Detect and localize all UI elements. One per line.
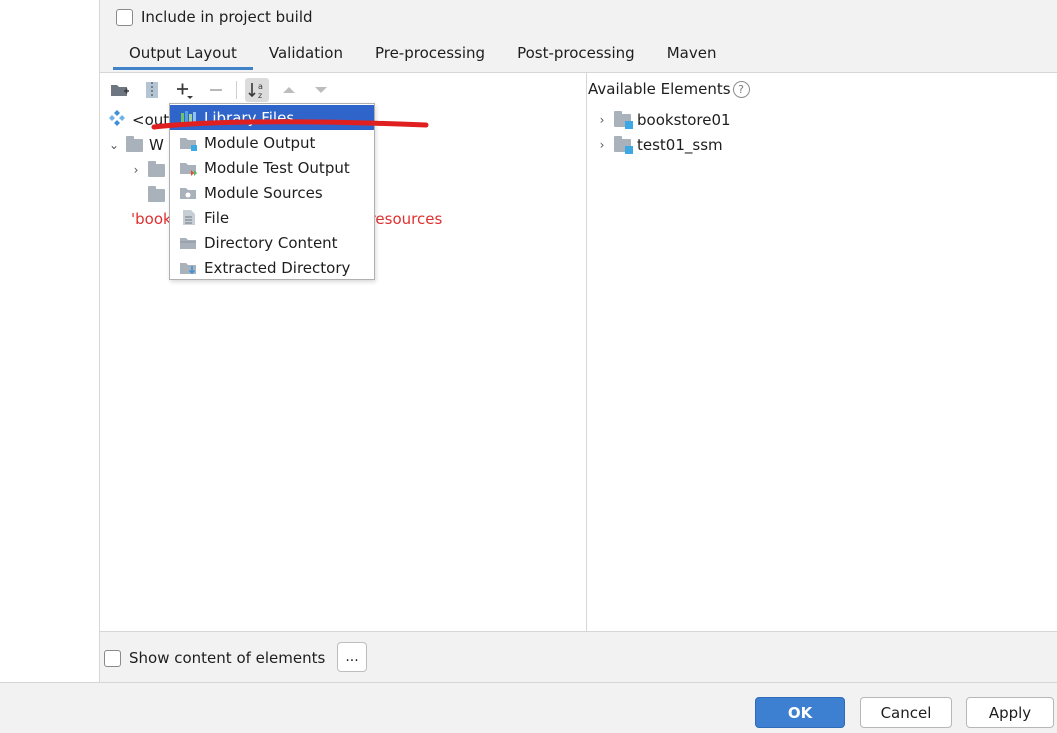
left-sidebar xyxy=(0,0,100,682)
directory-content-icon xyxy=(179,234,198,251)
show-content-label: Show content of elements xyxy=(129,649,326,667)
help-icon[interactable]: ? xyxy=(732,80,750,98)
tab-post-processing[interactable]: Post-processing xyxy=(501,40,651,70)
tab-pre-processing[interactable]: Pre-processing xyxy=(359,40,501,70)
module-folder-icon xyxy=(614,135,633,154)
add-icon[interactable] xyxy=(172,78,196,102)
menu-item-module-sources[interactable]: Module Sources xyxy=(170,180,374,205)
file-icon xyxy=(179,209,198,226)
toolbar-separator xyxy=(236,81,237,99)
layout-root-row[interactable]: <out xyxy=(108,109,169,131)
add-element-menu: Library Files Module Output Module Test … xyxy=(169,103,375,280)
move-up-icon[interactable] xyxy=(277,78,301,102)
available-item-bookstore01[interactable]: › bookstore01 xyxy=(596,109,731,131)
cancel-button[interactable]: Cancel xyxy=(860,697,952,728)
available-elements-title: Available Elements ? xyxy=(588,80,750,98)
menu-item-library-files[interactable]: Library Files xyxy=(170,105,374,130)
svg-text:a: a xyxy=(258,82,263,91)
sort-icon[interactable]: az xyxy=(245,78,269,102)
layout-toolbar: az xyxy=(108,77,333,103)
archive-icon[interactable] xyxy=(140,78,164,102)
menu-item-extracted-directory[interactable]: Extracted Directory xyxy=(170,255,374,280)
chevron-right-icon[interactable]: › xyxy=(130,163,142,177)
remove-icon[interactable] xyxy=(204,78,228,102)
tab-maven[interactable]: Maven xyxy=(651,40,733,70)
move-down-icon[interactable] xyxy=(309,78,333,102)
folder-icon xyxy=(148,160,165,177)
show-content-options-button[interactable]: ... xyxy=(337,642,367,672)
menu-item-file[interactable]: File xyxy=(170,205,374,230)
extracted-directory-icon xyxy=(179,259,198,276)
available-item-test01-ssm[interactable]: › test01_ssm xyxy=(596,134,723,156)
include-in-build-label: Include in project build xyxy=(141,8,313,26)
tab-validation[interactable]: Validation xyxy=(253,40,359,70)
artifact-tabs: Output Layout Validation Pre-processing … xyxy=(113,40,732,70)
library-icon xyxy=(179,109,198,126)
layout-web-inf-row[interactable]: ⌄ W xyxy=(108,134,164,156)
layout-web-inf-label: W xyxy=(149,136,164,154)
panel-divider[interactable] xyxy=(586,72,587,632)
tab-output-layout[interactable]: Output Layout xyxy=(113,40,253,70)
menu-item-directory-content[interactable]: Directory Content xyxy=(170,230,374,255)
folder-icon xyxy=(148,185,165,202)
include-in-build-checkbox[interactable] xyxy=(116,8,133,26)
ok-button[interactable]: OK xyxy=(755,697,845,728)
module-output-icon xyxy=(179,134,198,151)
include-in-build-row[interactable]: Include in project build xyxy=(116,6,313,28)
svg-text:z: z xyxy=(258,91,262,100)
module-folder-icon xyxy=(614,110,633,129)
module-sources-icon xyxy=(179,184,198,201)
module-test-output-icon xyxy=(179,159,198,176)
new-directory-icon[interactable] xyxy=(108,78,132,102)
footer-divider xyxy=(0,682,1057,683)
chevron-right-icon[interactable]: › xyxy=(596,138,608,152)
show-content-checkbox[interactable] xyxy=(104,649,121,667)
folder-icon xyxy=(126,135,143,152)
chevron-right-icon[interactable]: › xyxy=(596,113,608,127)
artifact-root-icon xyxy=(108,109,126,131)
show-content-row[interactable]: Show content of elements xyxy=(104,649,325,667)
apply-button[interactable]: Apply xyxy=(966,697,1054,728)
layout-child-row-2[interactable] xyxy=(148,184,165,206)
menu-item-module-output[interactable]: Module Output xyxy=(170,130,374,155)
layout-child-row[interactable]: › xyxy=(130,159,165,181)
chevron-down-icon[interactable]: ⌄ xyxy=(108,138,120,152)
layout-root-label: <out xyxy=(132,111,170,129)
menu-item-module-test-output[interactable]: Module Test Output xyxy=(170,155,374,180)
